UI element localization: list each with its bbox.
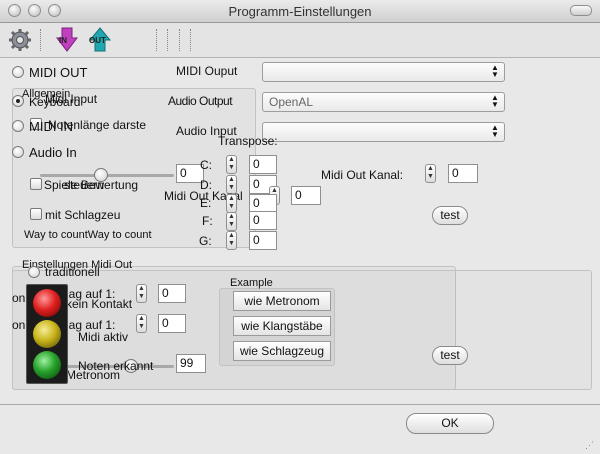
footer-divider bbox=[0, 404, 600, 405]
example-title: Example bbox=[230, 277, 273, 289]
spiele-bewertung-checkbox[interactable] bbox=[30, 178, 42, 190]
steuern-label: steuern bbox=[64, 178, 105, 192]
on-prefix-1: on bbox=[12, 291, 26, 305]
takt1-stepper[interactable]: ▲ ▼ bbox=[136, 284, 147, 303]
midi-in-arrow-icon[interactable]: IN bbox=[55, 27, 79, 53]
takt2-field[interactable]: 0 bbox=[158, 314, 186, 333]
title-bar: Programm-Einstellungen bbox=[0, 0, 600, 23]
note-f-stepper[interactable]: ▲ ▼ bbox=[226, 212, 237, 231]
midi-out-kanal-stepper[interactable]: ▲ ▼ bbox=[425, 164, 436, 183]
out-label: OUT bbox=[89, 36, 106, 45]
test-button-metronom[interactable]: test bbox=[432, 346, 468, 365]
mit-schlagzeug-checkbox[interactable] bbox=[30, 208, 42, 220]
metronom-label: Metronom bbox=[66, 368, 121, 382]
gear-icon[interactable] bbox=[8, 28, 32, 52]
midi-out-arrow-icon[interactable]: OUT bbox=[88, 27, 112, 53]
radio-midi-in[interactable] bbox=[12, 120, 24, 132]
midi-output-select[interactable] bbox=[262, 62, 505, 82]
green-lamp-icon bbox=[33, 351, 61, 379]
radio-audio-in[interactable] bbox=[12, 146, 24, 158]
red-lamp-icon bbox=[33, 289, 61, 317]
note-c-label: C: bbox=[200, 158, 212, 172]
audio-input-select[interactable] bbox=[262, 122, 505, 142]
audio-output-select-arrows-icon: ▲ ▼ bbox=[491, 93, 499, 109]
wie-metronom-button[interactable]: wie Metronom bbox=[233, 291, 331, 311]
takt2-stepper[interactable]: ▲ ▼ bbox=[136, 314, 147, 333]
midi-aktiv-label: Midi aktiv bbox=[78, 330, 129, 344]
wie-klangstaebe-button[interactable]: wie Klangstäbe bbox=[233, 316, 331, 336]
audio-input-select-arrows-icon: ▲ ▼ bbox=[491, 123, 499, 139]
test-button-midi-out[interactable]: test bbox=[432, 206, 468, 225]
radio-midi-out[interactable] bbox=[12, 66, 24, 78]
audio-in-label: Audio In bbox=[29, 145, 77, 160]
kein-kontakt-label: kein Kontakt bbox=[66, 297, 133, 311]
yellow-lamp-icon bbox=[33, 320, 61, 348]
midi-out-kanal-label: Midi Out Kanal: bbox=[321, 168, 404, 182]
midi-ouput-label: MIDI Ouput bbox=[176, 64, 238, 78]
audio-output-value: OpenAL bbox=[269, 95, 314, 109]
way-to-count-label: Way to countWay to count bbox=[24, 229, 152, 241]
noten-erkannt-field[interactable]: 99 bbox=[176, 354, 206, 373]
resize-grip-icon[interactable]: ⋰ bbox=[585, 440, 594, 451]
takt1-field[interactable]: 0 bbox=[158, 284, 186, 303]
midi-out-kanal2-field[interactable]: 0 bbox=[291, 186, 321, 205]
toolbar-toggle-button[interactable] bbox=[570, 5, 592, 16]
note-c-field[interactable]: 0 bbox=[249, 155, 277, 174]
note-g-field[interactable]: 0 bbox=[249, 231, 277, 250]
audio-output-label: Audio Output bbox=[168, 94, 233, 108]
mit-schlagzeug-label: mit Schlagzeu bbox=[45, 208, 121, 222]
radio-keyboard[interactable] bbox=[12, 95, 24, 107]
note-g-stepper[interactable]: ▲ ▼ bbox=[226, 231, 237, 250]
traditionell-label: traditionell bbox=[45, 265, 100, 279]
audio-output-select[interactable]: OpenAL bbox=[262, 92, 505, 112]
on-prefix-2: on bbox=[12, 318, 26, 332]
toolbar: IN OUT bbox=[0, 23, 600, 58]
note-c-stepper[interactable]: ▲ ▼ bbox=[226, 155, 237, 174]
note-e-label: E: bbox=[200, 196, 212, 210]
note-f-label: F: bbox=[202, 214, 213, 228]
midi-out-kanal-field[interactable]: 0 bbox=[448, 164, 478, 183]
general-panel bbox=[12, 88, 256, 248]
keyboard-label: Keyboard bbox=[29, 95, 81, 109]
window-title: Programm-Einstellungen bbox=[228, 4, 372, 19]
traffic-light bbox=[26, 284, 68, 384]
note-e-stepper[interactable]: ▲ ▼ bbox=[226, 194, 237, 213]
midi-out-label: MIDI OUT bbox=[29, 65, 88, 80]
radio-traditionell[interactable] bbox=[28, 266, 40, 278]
wie-schlagzeug-button[interactable]: wie Schlagzeug bbox=[233, 341, 331, 361]
ok-button[interactable]: OK bbox=[406, 413, 494, 434]
note-extra-field[interactable]: 0 bbox=[249, 211, 277, 230]
transpose-label: Transpose: bbox=[218, 134, 278, 148]
in-label: IN bbox=[59, 36, 67, 45]
note-g-label: G: bbox=[199, 234, 212, 248]
midi-output-select-arrows-icon: ▲ ▼ bbox=[491, 63, 499, 79]
midi-in-label: MIDI IN bbox=[29, 119, 74, 134]
